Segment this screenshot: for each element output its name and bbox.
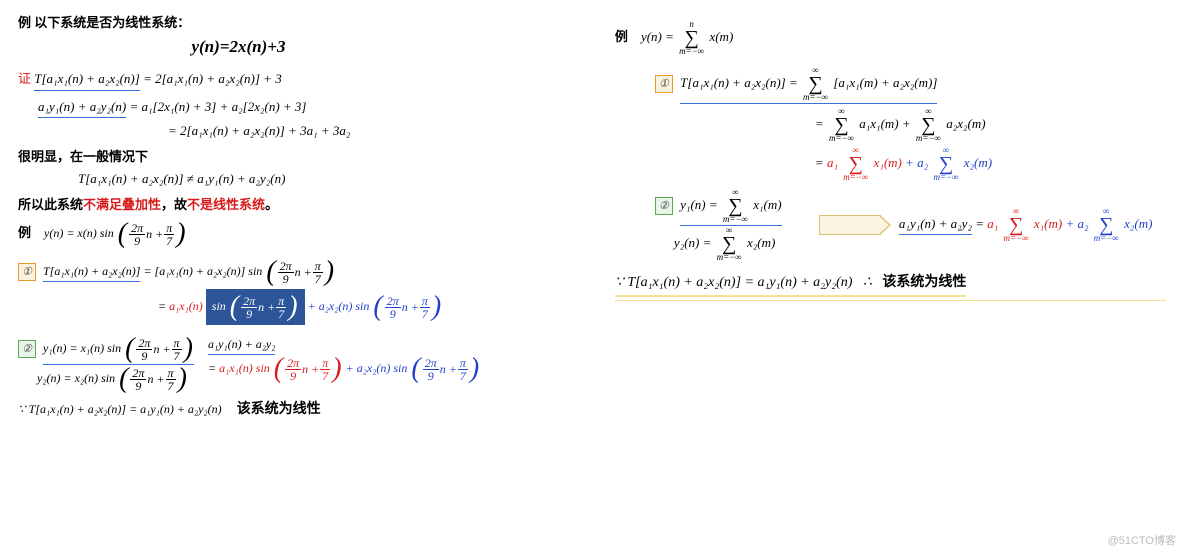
r-step1b: = ∞∑m=−∞ a₁x₁(m) + ∞∑m=−∞ a₂x₂(m) [615, 107, 1166, 143]
c1c: ，故 [161, 197, 187, 212]
ex2-label: 例 [18, 225, 31, 240]
t1: a₁x₁(n) [169, 299, 203, 313]
r-conc: 该系统为线性 [882, 275, 966, 290]
conclusion1: 所以此系统不满足叠加性，故不是线性系统。 [18, 195, 579, 215]
ex3-label: 例 [615, 29, 628, 44]
r-step1c: = a₁ ∞∑m=−∞ x₁(m) + a₂ ∞∑m=−∞ x₂(m) [615, 146, 1166, 182]
f2pi: 2π [129, 222, 145, 235]
ex-label: 例 [18, 15, 31, 30]
bec: ∵ [18, 402, 26, 416]
eq2-rhs: = a₁[2x₁(n) + 3] + a₂[2x₂(n) + 3] [126, 99, 306, 114]
arrow-icon [819, 215, 881, 235]
proof-line3: = 2[a₁x₁(n) + a₂x₂(n)] + 3a₁ + 3a₂ [18, 121, 579, 141]
highlight-box: sin ( 2π9 n + π7 ) [206, 289, 305, 325]
c1e: 。 [265, 197, 278, 212]
ex1-formula: y(n)=2x(n)+3 [0, 34, 579, 60]
right-column: 例 y(n) = n∑m=−∞ x(m) ① T[a₁x₁(n) + a₂x₂(… [597, 0, 1184, 554]
left-column: 例 以下系统是否为线性系统： y(n)=2x(n)+3 证 T[a₁x₁(n) … [0, 0, 597, 554]
ex2-step2: ② y₁(n) = x₁(n) sin ( 2π9 n + π7 ) y₂(n)… [18, 335, 579, 393]
combo-rhs: a₁y₁(n) + a₂y₂ = a₁x₁(n) sin ( 2π9 n + π… [208, 335, 480, 383]
c1d: 不是线性系统 [187, 197, 265, 212]
ex3-header: 例 y(n) = n∑m=−∞ x(m) [615, 20, 1166, 56]
r-step1: ① T[a₁x₁(n) + a₂x₂(n)] = ∞∑m=−∞ [a₁x₁(m)… [615, 66, 1166, 104]
f9: 9 [129, 235, 145, 247]
conc2: 该系统为线性 [237, 402, 321, 417]
y1def: y₁(n) = x₁(n) sin ( 2π9 n + π7 ) [43, 335, 194, 365]
t2: a₂x₂(n) [319, 299, 353, 313]
combo: a₁y₁(n) + a₂y₂ [208, 335, 275, 355]
eqm: = [158, 299, 166, 313]
r-step2-num: ② [655, 197, 673, 215]
ex2-step1: ① T[a₁x₁(n) + a₂x₂(n)] = [a₁x₁(n) + a₂x₂… [18, 258, 579, 286]
step1-num: ① [18, 263, 36, 281]
y2def: y₂(n) = x₂(n) sin ( 2π9 n + π7 ) [37, 371, 188, 385]
ex2-step1b: = a₁x₁(n) sin ( 2π9 n + π7 ) + a₂x₂(n) s… [18, 289, 579, 325]
r-step2: ② y₁(n) = ∞∑m=−∞ x₁(m) y₂(n) = ∞∑m=−∞ x₂… [615, 188, 1166, 262]
ex1-y: y(n) [191, 37, 219, 56]
ex2-final: ∵ T[a₁x₁(n) + a₂x₂(n)] = a₁y₁(n) + a₂y₂(… [18, 399, 579, 420]
step2-num: ② [18, 340, 36, 358]
ex1-2x: 2x(n) [229, 37, 267, 56]
r-combo: a₁y₁(n) + a₂y₂ = a₁ ∞∑m=−∞ x₁(m) + a₂ ∞∑… [899, 207, 1153, 243]
r-step1-num: ① [655, 75, 673, 93]
eq1-rhs: = 2[a₁x₁(n) + a₂x₂(n)] + 3 [140, 71, 282, 86]
ex3-formula: y(n) = n∑m=−∞ x(m) [641, 29, 733, 44]
r-y2: y₂(n) = ∞∑m=−∞ x₂(m) [674, 235, 775, 250]
s1lhs: T[a₁x₁(n) + a₂x₂(n)] [43, 262, 140, 282]
proof-line1: 证 T[a₁x₁(n) + a₂x₂(n)] = 2[a₁x₁(n) + a₂x… [18, 69, 579, 91]
proof-label: 证 [18, 71, 31, 86]
r-final: ∵ T[a₁x₁(n) + a₂x₂(n)] = a₁y₁(n) + a₂y₂(… [615, 272, 1166, 297]
fpi: π [164, 222, 174, 235]
s1rhs: = [a₁x₁(n) + a₂x₂(n)] sin [140, 264, 262, 278]
c1b: 不满足叠加性 [83, 197, 161, 212]
underline-bar [615, 300, 1166, 301]
watermark: @51CTO博客 [1108, 532, 1176, 548]
obvious-text: 很明显，在一般情况下 [18, 147, 579, 167]
ex2-formula: y(n) = x(n) sin ( 2π9 n + π7 ) [44, 226, 187, 240]
ex-title: 以下系统是否为线性系统： [34, 15, 190, 30]
eq1-lhs: T[a₁x₁(n) + a₂x₂(n)] [34, 69, 140, 91]
ex2-header: 例 y(n) = x(n) sin ( 2π9 n + π7 ) [18, 220, 579, 248]
c1a: 所以此系统 [18, 197, 83, 212]
ysin: y(n) = x(n) sin [44, 226, 114, 240]
r-s1: T[a₁x₁(n) + a₂x₂(n)] = ∞∑m=−∞ [a₁x₁(m) +… [680, 66, 937, 104]
r-final-ul: ∵ T[a₁x₁(n) + a₂x₂(n)] = a₁y₁(n) + a₂y₂(… [615, 272, 966, 297]
eq2-lhs: a₁y₁(n) + a₂y₂(n) [38, 97, 126, 119]
f7: 7 [164, 235, 174, 247]
ex1-header: 例 以下系统是否为线性系统： [18, 13, 579, 33]
finaleq: T[a₁x₁(n) + a₂x₂(n)] = a₁y₁(n) + a₂y₂(n) [29, 402, 222, 416]
neq-line: T[a₁x₁(n) + a₂x₂(n)] ≠ a₁y₁(n) + a₂y₂(n) [18, 169, 579, 189]
r-y1: y₁(n) = ∞∑m=−∞ x₁(m) [680, 188, 781, 226]
ex1-p3: +3 [267, 37, 285, 56]
nplus: n + [146, 225, 163, 243]
proof-line2: a₁y₁(n) + a₂y₂(n) = a₁[2x₁(n) + 3] + a₂[… [18, 97, 579, 119]
